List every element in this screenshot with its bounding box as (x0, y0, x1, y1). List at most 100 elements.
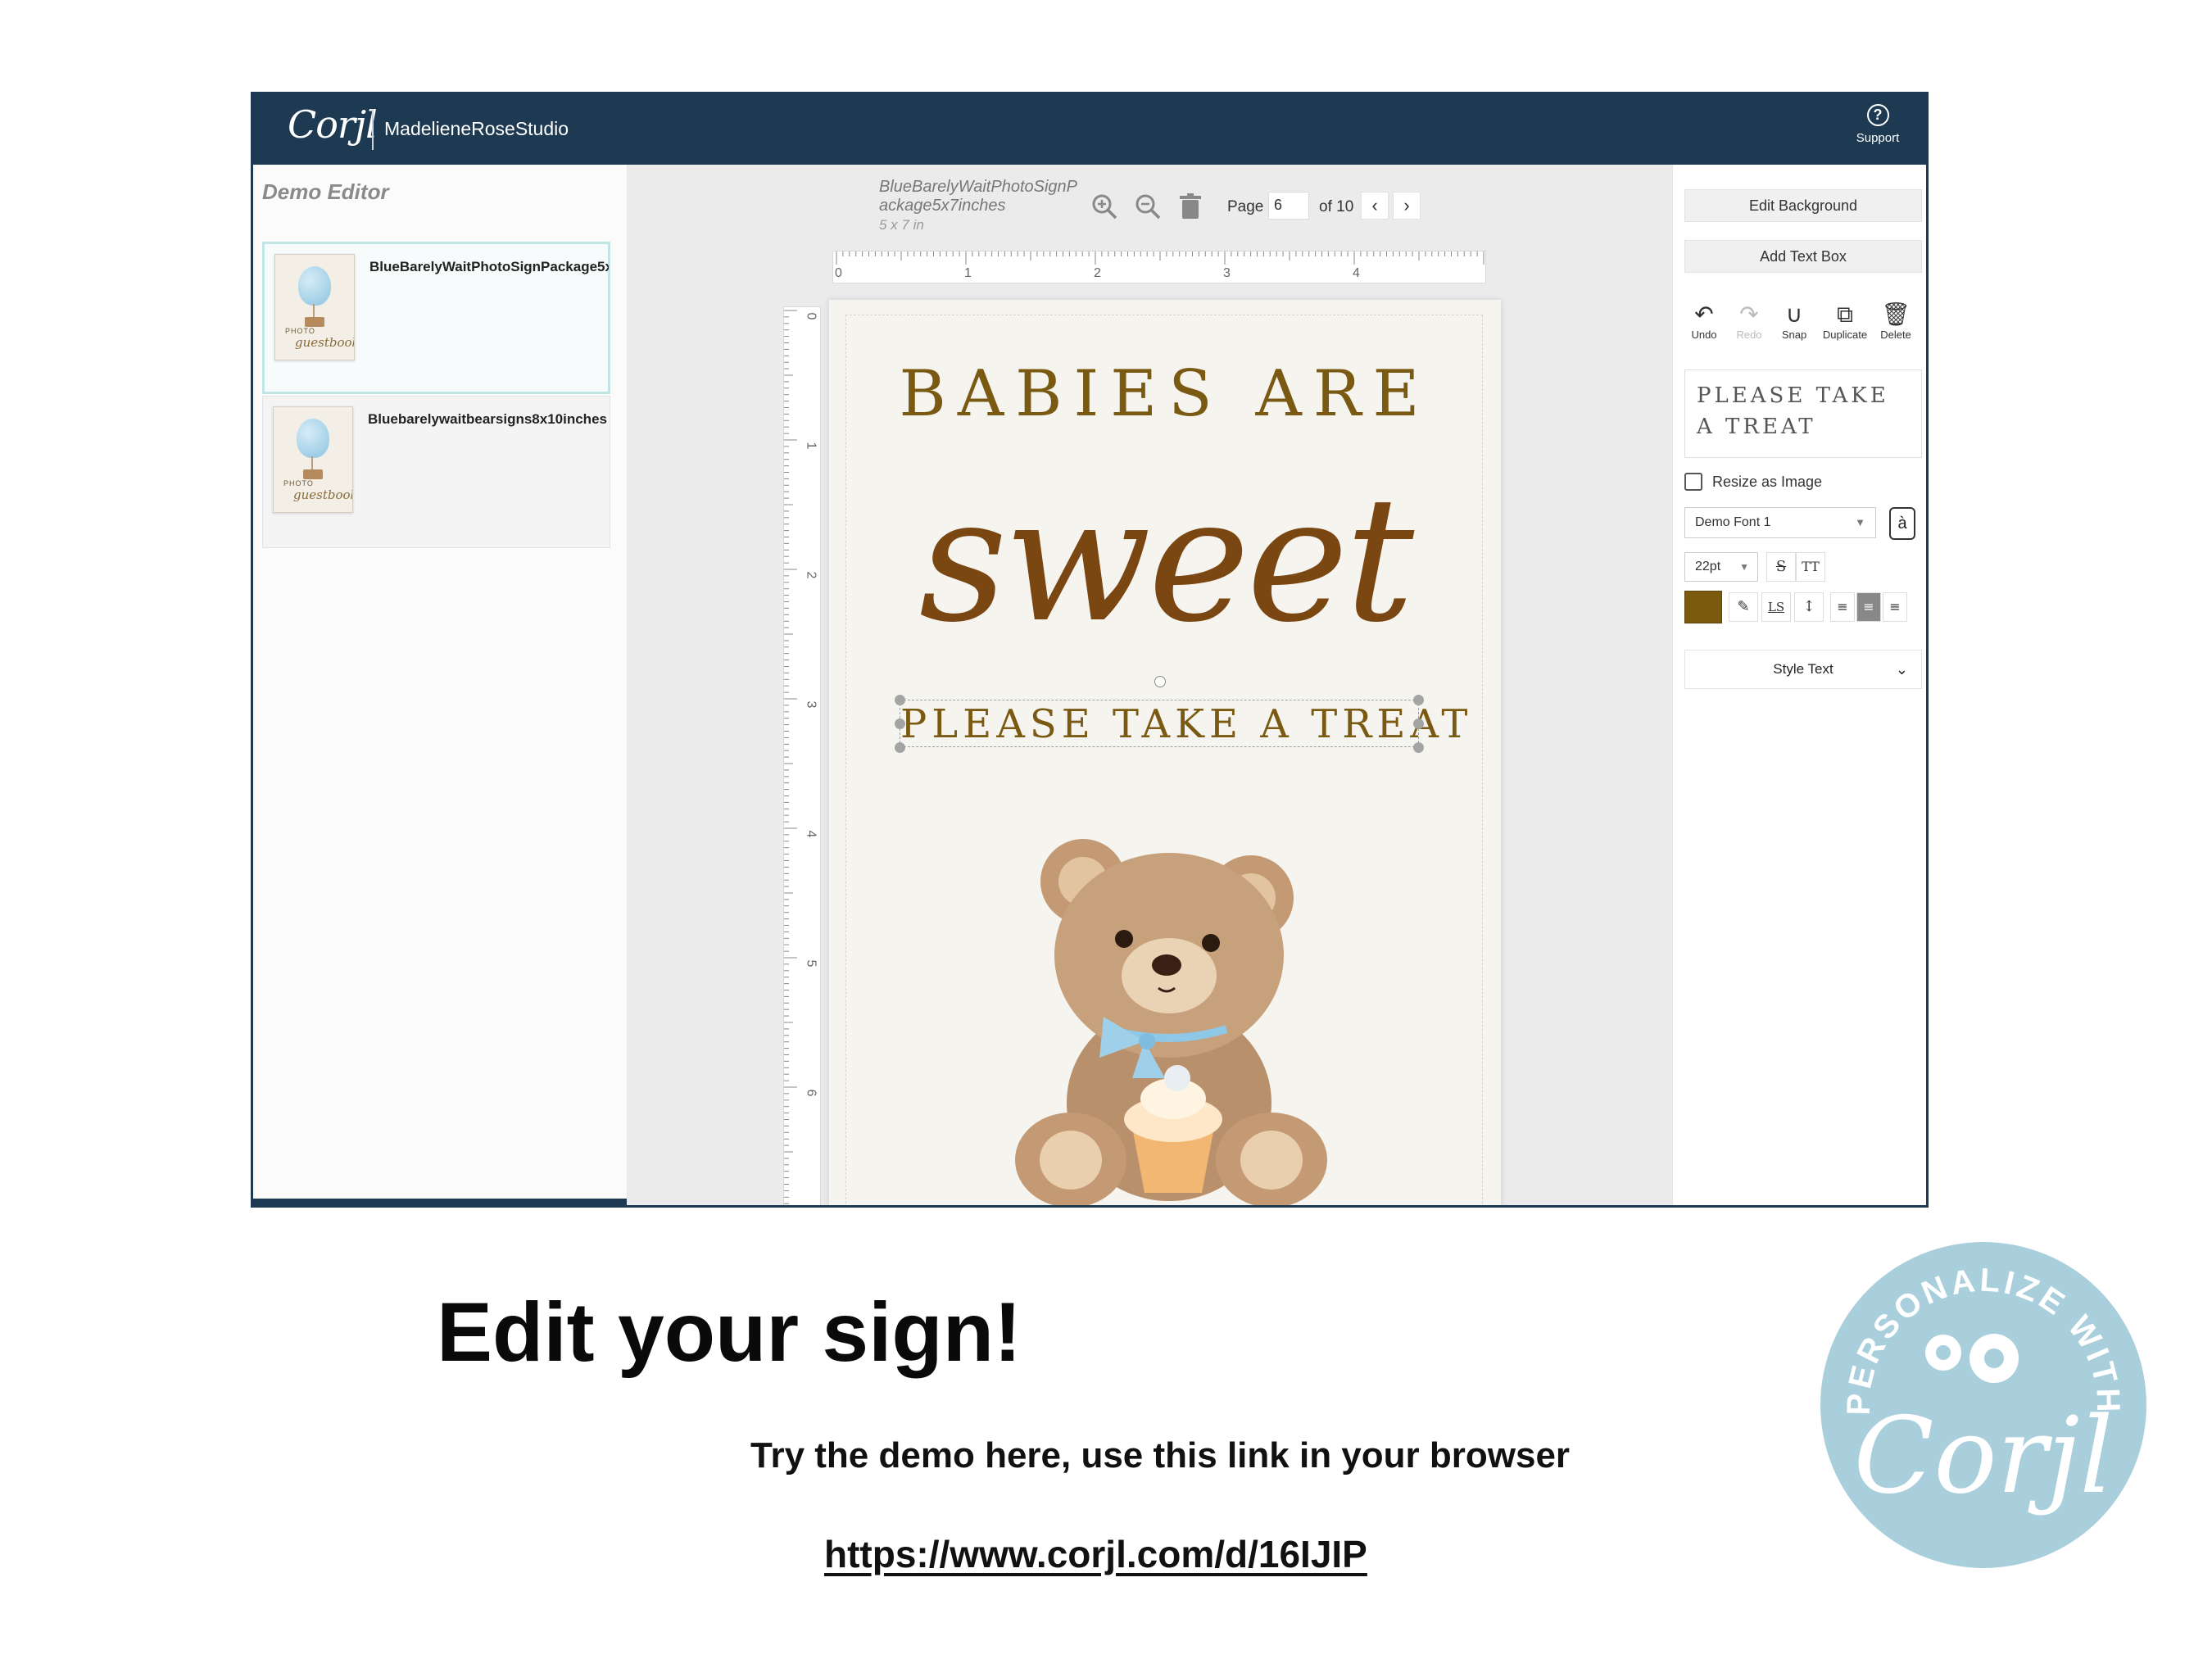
studio-name: MadelieneRoseStudio (384, 118, 569, 139)
align-left-icon[interactable]: ≡ (1830, 592, 1855, 622)
thumbnail-text: PHOTO (285, 327, 315, 335)
balloon-icon (297, 419, 329, 458)
thumbnail-script: guestbook (293, 487, 353, 502)
resize-handle[interactable] (895, 695, 905, 705)
document-name: BlueBarelyWaitPhotoSignPackage5x7inches (879, 178, 1077, 215)
letter-spacing-icon[interactable]: LS (1761, 592, 1791, 622)
style-text-dropdown[interactable]: Style Text ⌄ (1684, 650, 1922, 689)
resize-as-image-checkbox[interactable] (1684, 473, 1702, 491)
sign-script-text[interactable]: sweet (829, 460, 1501, 660)
design-item[interactable]: PHOTO guestbook BlueBarelyWaitPhotoSignP… (262, 242, 610, 394)
promo-headline-text: Edit your sign! (437, 1285, 1022, 1379)
ruler-tick-label: 3 (804, 700, 818, 709)
delete-button[interactable]: 🗑 Delete (1870, 301, 1922, 341)
sign-document[interactable]: BABIES ARE sweet PLEASE TAKE A TREAT (829, 300, 1501, 1205)
eyedropper-icon[interactable]: ✎ (1729, 592, 1758, 622)
resize-handle[interactable] (1413, 742, 1424, 753)
chevron-down-icon: ⌄ (1895, 661, 1908, 678)
logo-divider (372, 109, 374, 150)
page-label: Page (1227, 198, 1264, 215)
caret-down-icon: ▼ (1739, 561, 1749, 573)
resize-handle[interactable] (895, 742, 905, 753)
edit-background-button[interactable]: Edit Background (1684, 189, 1922, 222)
editor-window: Corjl MadelieneRoseStudio ? Support Demo… (251, 92, 1929, 1208)
page-number-input[interactable]: 6 (1268, 192, 1309, 220)
font-family-select[interactable]: Demo Font 1 ▼ (1684, 507, 1876, 538)
ruler-tick-label: 4 (804, 830, 818, 838)
font-library-icon[interactable]: à (1889, 507, 1915, 540)
ruler-tick-label: 0 (835, 266, 842, 280)
properties-panel: Edit Background Add Text Box ↶ Undo ↷ Re… (1672, 165, 1926, 1205)
duplicate-button[interactable]: ⧉ Duplicate (1819, 301, 1871, 341)
strikethrough-icon[interactable]: S (1766, 552, 1796, 582)
uppercase-icon[interactable]: TT (1796, 552, 1825, 582)
horizontal-ruler: 0 1 2 3 4 (832, 251, 1486, 283)
design-thumbnail: PHOTO guestbook (273, 406, 353, 513)
vertical-ruler: 0 1 2 3 4 5 6 (783, 306, 821, 1205)
zoom-out-icon[interactable] (1134, 193, 1162, 220)
resize-handle[interactable] (1413, 718, 1424, 729)
design-list-panel: Demo Editor PHOTO guestbook BlueBarelyWa… (253, 165, 628, 1205)
page-count: of 10 (1319, 198, 1354, 215)
support-button[interactable]: ? Support (1849, 104, 1906, 145)
text-content-field[interactable]: PLEASE TAKE A TREAT (1684, 369, 1922, 458)
panel-title: Demo Editor (262, 179, 389, 204)
ruler-tick-label: 1 (804, 442, 818, 450)
ruler-tick-label: 6 (804, 1089, 818, 1097)
rotate-handle[interactable] (1154, 676, 1166, 687)
chevron-left-icon: ‹ (1371, 195, 1378, 215)
duplicate-label: Duplicate (1822, 329, 1868, 341)
resize-handle[interactable] (895, 718, 905, 729)
panel-bottom-strip (253, 1199, 627, 1205)
selected-text-box[interactable]: PLEASE TAKE A TREAT (895, 676, 1467, 753)
chevron-right-icon: › (1403, 195, 1410, 215)
snap-button[interactable]: ∪ Snap (1768, 301, 1820, 341)
sign-title[interactable]: BABIES ARE (829, 357, 1501, 431)
align-center-icon[interactable]: ≡ (1856, 592, 1881, 622)
promo-subline: Try the demo here, use this link in your… (750, 1435, 1571, 1475)
font-size-value: 22pt (1695, 560, 1721, 573)
delete-label: Delete (1880, 329, 1911, 341)
line-spacing-icon[interactable]: ↕ (1794, 592, 1824, 622)
design-name: BlueBarelyWaitPhotoSignPackage5x7inches (369, 259, 609, 274)
balloon-icon (298, 266, 331, 306)
design-name: Bluebarelywaitbearsigns8x10inches (368, 411, 607, 427)
ruler-tick-label: 5 (804, 959, 818, 968)
support-label: Support (1856, 131, 1900, 145)
font-size-select[interactable]: 22pt ▼ (1684, 552, 1758, 582)
ruler-tick-label: 1 (964, 266, 972, 280)
ruler-tick-label: 3 (1223, 266, 1231, 280)
align-right-icon[interactable]: ≡ (1883, 592, 1907, 622)
trash-icon: 🗑 (1881, 301, 1911, 327)
badge-logo: Corjl (1854, 1395, 2114, 1517)
trash-icon[interactable] (1176, 193, 1204, 220)
corjl-logo[interactable]: Corjl (288, 102, 378, 147)
document-size: 5 x 7 in (879, 217, 924, 233)
personalize-with-corjl-badge: PERSONALIZE WITH Corjl (1820, 1242, 2146, 1568)
text-color-swatch[interactable] (1684, 591, 1722, 623)
snap-label: Snap (1781, 329, 1807, 341)
thumbnail-text: PHOTO (283, 479, 314, 487)
selected-text[interactable]: PLEASE TAKE A TREAT (900, 700, 1467, 747)
thumbnail-script: guestbook (295, 335, 355, 350)
demo-link[interactable]: https://www.corjl.com/d/16IJIP (824, 1532, 1367, 1576)
ruler-tick-label: 2 (1094, 266, 1101, 280)
resize-handle[interactable] (1413, 695, 1424, 705)
design-item[interactable]: PHOTO guestbook Bluebarelywaitbearsigns8… (262, 396, 610, 548)
caret-down-icon: ▼ (1855, 516, 1865, 528)
style-text-label: Style Text (1773, 661, 1834, 677)
resize-as-image-label: Resize as Image (1712, 474, 1823, 490)
ruler-tick-label: 2 (804, 571, 818, 579)
ruler-tick-label: 4 (1353, 266, 1360, 280)
add-text-box-button[interactable]: Add Text Box (1684, 240, 1922, 273)
top-bar: Corjl MadelieneRoseStudio ? Support (253, 94, 1926, 165)
next-page-button[interactable]: › (1393, 192, 1421, 220)
help-icon: ? (1866, 104, 1889, 126)
teddy-bear-illustration (1015, 839, 1327, 1205)
prev-page-button[interactable]: ‹ (1361, 192, 1389, 220)
font-family-value: Demo Font 1 (1695, 515, 1771, 529)
ruler-tick-label: 0 (804, 312, 818, 320)
design-thumbnail: PHOTO guestbook (274, 254, 355, 360)
magnet-icon: ∪ (1785, 301, 1803, 327)
zoom-in-icon[interactable] (1090, 193, 1118, 220)
